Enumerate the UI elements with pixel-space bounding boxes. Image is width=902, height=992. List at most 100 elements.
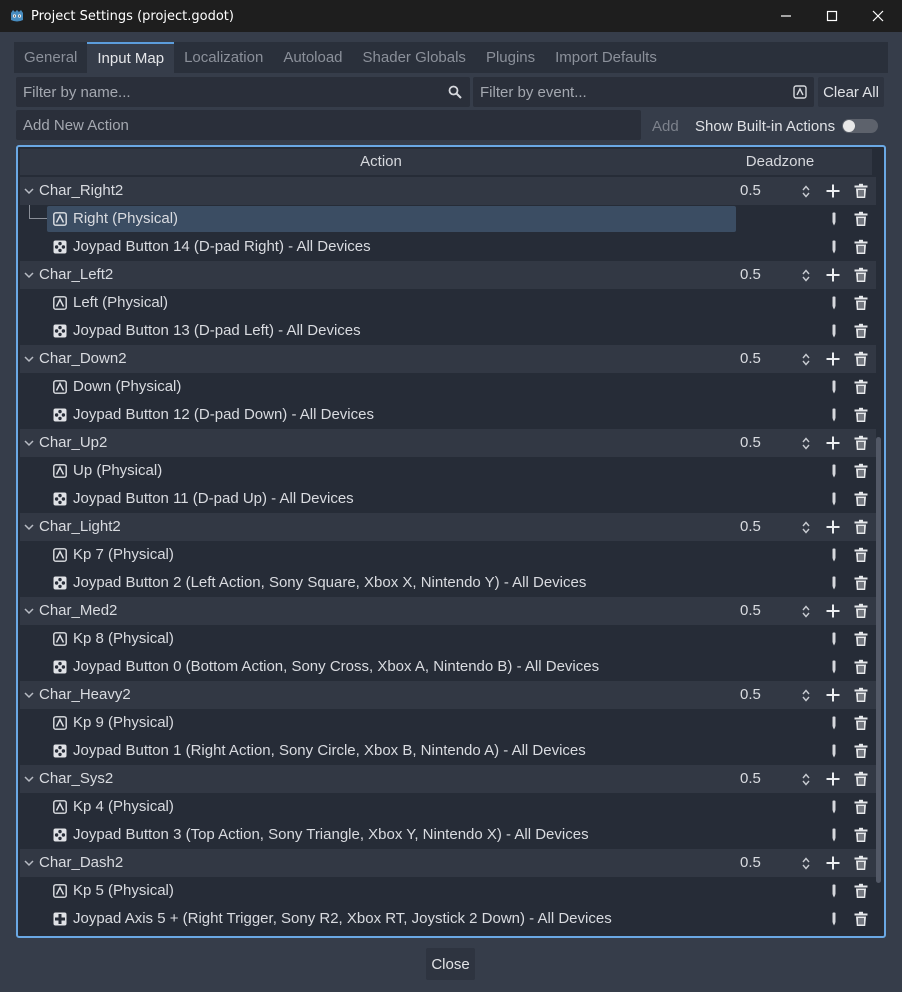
remove-icon[interactable] [853,715,869,731]
remove-icon[interactable] [853,631,869,647]
event-row[interactable]: Joypad Axis 5 + (Right Trigger, Sony R2,… [20,905,876,933]
edit-event-icon[interactable] [826,211,842,227]
add-event-icon[interactable] [825,603,841,619]
close-dialog-button[interactable]: Close [426,948,475,980]
event-row[interactable]: Joypad Button 11 (D-pad Up) - All Device… [20,485,876,513]
event-row[interactable]: Joypad Button 2 (Left Action, Sony Squar… [20,569,876,597]
tab-input-map[interactable]: Input Map [87,42,175,73]
edit-event-icon[interactable] [826,743,842,759]
action-row[interactable]: Char_Med2 0.5 [20,597,876,625]
remove-icon[interactable] [853,603,869,619]
event-row[interactable]: Right (Physical) [20,205,876,233]
event-row[interactable]: Joypad Button 13 (D-pad Left) - All Devi… [20,317,876,345]
edit-event-icon[interactable] [826,491,842,507]
event-row[interactable]: Joypad Button 3 (Top Action, Sony Triang… [20,821,876,849]
close-window-button[interactable] [855,0,901,32]
remove-icon[interactable] [853,211,869,227]
action-row[interactable]: Char_Left2 0.5 [20,261,876,289]
deadzone-value[interactable]: 0.5 [740,602,761,619]
event-row[interactable]: Up (Physical) [20,457,876,485]
edit-event-icon[interactable] [826,575,842,591]
remove-icon[interactable] [853,267,869,283]
event-row[interactable]: Left (Physical) [20,289,876,317]
remove-icon[interactable] [853,323,869,339]
deadzone-value[interactable]: 0.5 [740,770,761,787]
remove-icon[interactable] [853,575,869,591]
deadzone-value[interactable]: 0.5 [740,182,761,199]
remove-icon[interactable] [853,855,869,871]
vertical-scrollbar[interactable] [876,437,881,883]
add-event-icon[interactable] [825,855,841,871]
remove-icon[interactable] [853,799,869,815]
add-event-icon[interactable] [825,435,841,451]
edit-event-icon[interactable] [826,239,842,255]
remove-icon[interactable] [853,239,869,255]
edit-event-icon[interactable] [826,463,842,479]
edit-event-icon[interactable] [826,547,842,563]
clear-all-button[interactable]: Clear All [818,77,884,107]
deadzone-value[interactable]: 0.5 [740,434,761,451]
add-new-action-input[interactable]: Add New Action [16,110,641,140]
tab-autoload[interactable]: Autoload [273,42,352,73]
remove-icon[interactable] [853,491,869,507]
action-row[interactable]: Char_Sys2 0.5 [20,765,876,793]
edit-event-icon[interactable] [826,379,842,395]
remove-icon[interactable] [853,407,869,423]
remove-icon[interactable] [853,547,869,563]
edit-event-icon[interactable] [826,407,842,423]
action-row[interactable]: Char_Light2 0.5 [20,513,876,541]
remove-icon[interactable] [853,351,869,367]
remove-icon[interactable] [853,295,869,311]
remove-icon[interactable] [853,827,869,843]
tab-general[interactable]: General [14,42,87,73]
tab-plugins[interactable]: Plugins [476,42,545,73]
remove-icon[interactable] [853,687,869,703]
remove-icon[interactable] [853,435,869,451]
filter-by-event-input[interactable]: Filter by event... [473,77,814,107]
deadzone-value[interactable]: 0.5 [740,854,761,871]
event-row[interactable]: Kp 5 (Physical) [20,877,876,905]
deadzone-value[interactable]: 0.5 [740,518,761,535]
add-event-icon[interactable] [825,267,841,283]
action-row[interactable]: Char_Right2 0.5 [20,177,876,205]
tab-localization[interactable]: Localization [174,42,273,73]
add-event-icon[interactable] [825,519,841,535]
edit-event-icon[interactable] [826,659,842,675]
remove-icon[interactable] [853,463,869,479]
add-event-icon[interactable] [825,183,841,199]
edit-event-icon[interactable] [826,323,842,339]
action-row[interactable]: Char_Up2 0.5 [20,429,876,457]
event-row[interactable]: Joypad Button 1 (Right Action, Sony Circ… [20,737,876,765]
action-row[interactable]: Char_Down2 0.5 [20,345,876,373]
deadzone-value[interactable]: 0.5 [740,350,761,367]
action-row[interactable]: Char_Dash2 0.5 [20,849,876,877]
edit-event-icon[interactable] [826,631,842,647]
deadzone-value[interactable]: 0.5 [740,686,761,703]
maximize-button[interactable] [809,0,855,32]
show-builtin-toggle[interactable] [842,119,878,133]
event-row[interactable]: Kp 8 (Physical) [20,625,876,653]
remove-icon[interactable] [853,883,869,899]
edit-event-icon[interactable] [826,295,842,311]
add-action-button[interactable]: Add [652,118,679,135]
add-event-icon[interactable] [825,351,841,367]
action-row[interactable]: Char_Heavy2 0.5 [20,681,876,709]
remove-icon[interactable] [853,911,869,927]
tab-import-defaults[interactable]: Import Defaults [545,42,667,73]
edit-event-icon[interactable] [826,715,842,731]
event-row[interactable]: Down (Physical) [20,373,876,401]
remove-icon[interactable] [853,379,869,395]
event-row[interactable]: Joypad Button 0 (Bottom Action, Sony Cro… [20,653,876,681]
remove-icon[interactable] [853,771,869,787]
add-event-icon[interactable] [825,687,841,703]
remove-icon[interactable] [853,519,869,535]
edit-event-icon[interactable] [826,799,842,815]
filter-by-name-input[interactable]: Filter by name... [16,77,470,107]
remove-icon[interactable] [853,183,869,199]
event-row[interactable]: Joypad Button 14 (D-pad Right) - All Dev… [20,233,876,261]
event-row[interactable]: Kp 9 (Physical) [20,709,876,737]
tab-shader-globals[interactable]: Shader Globals [353,42,476,73]
remove-icon[interactable] [853,659,869,675]
edit-event-icon[interactable] [826,827,842,843]
event-row[interactable]: Kp 7 (Physical) [20,541,876,569]
